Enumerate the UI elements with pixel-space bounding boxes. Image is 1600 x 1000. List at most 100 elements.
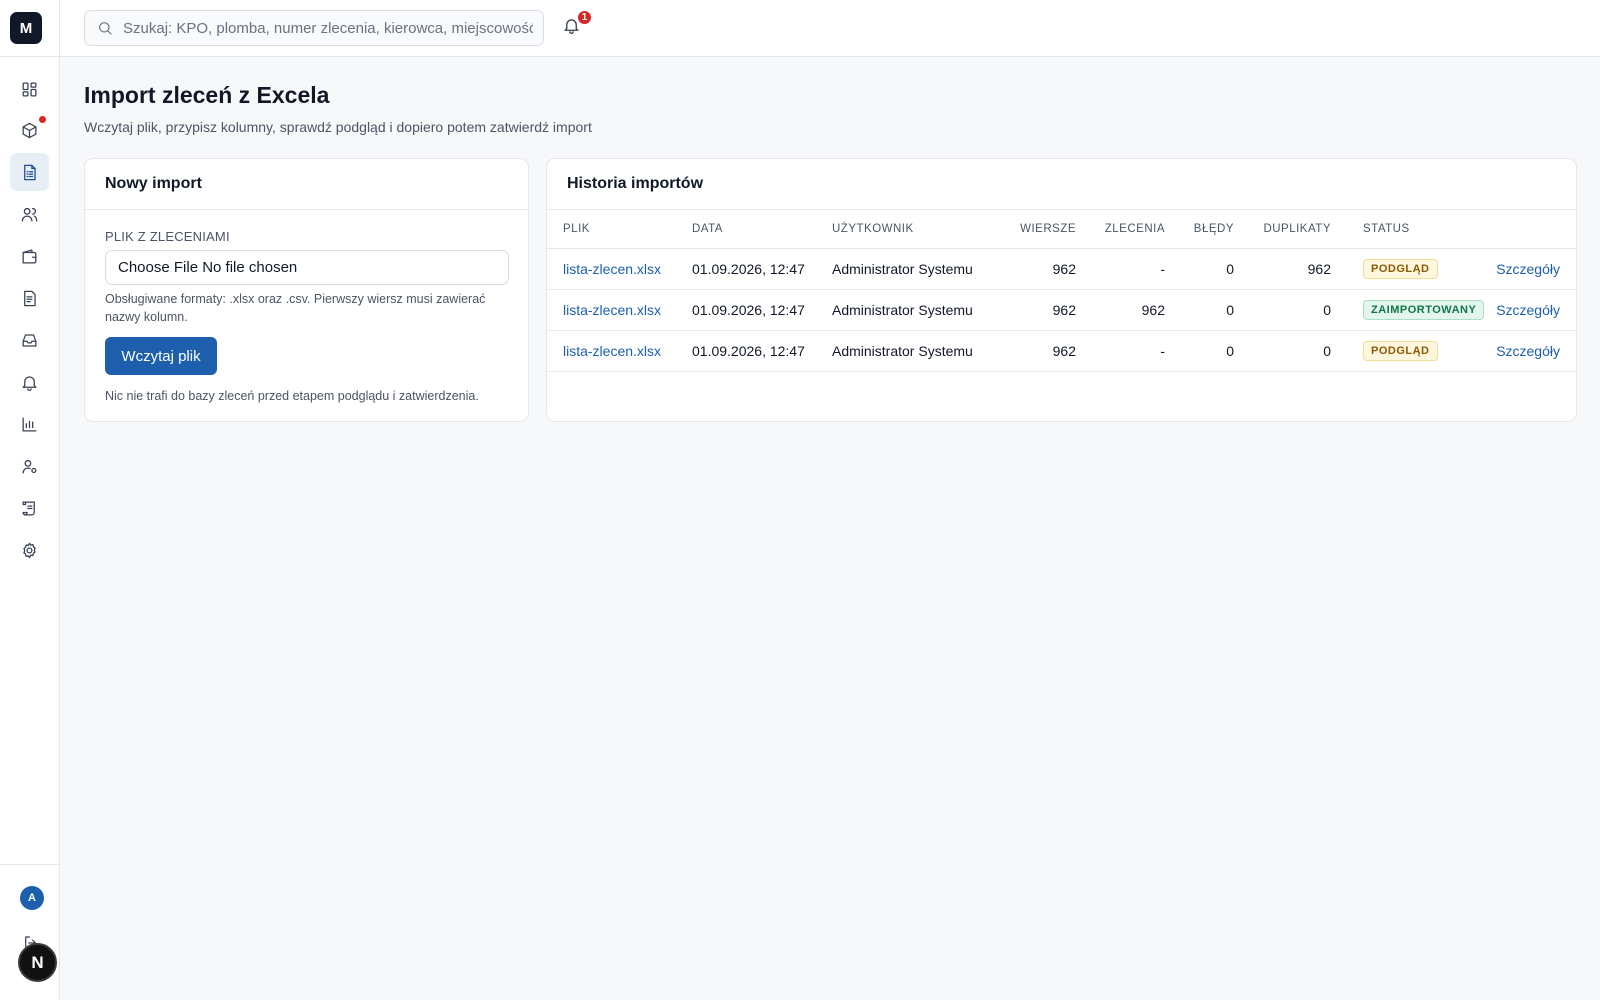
date-cell: 01.09.2026, 12:47 [692, 260, 805, 277]
table-row: lista-zlecen.xlsx 01.09.2026, 12:47 Admini… [547, 330, 1576, 372]
sidebar-item-orders[interactable] [10, 111, 49, 149]
user-cell: Administrator Systemu [832, 260, 973, 277]
sidebar-divider [0, 56, 60, 57]
status-cell: PODGLĄD [1331, 330, 1485, 372]
invoice-icon [24, 290, 36, 306]
sidebar-item-inbox[interactable] [10, 321, 49, 359]
file-column-cell: lista-zlecen.xlsx [547, 289, 692, 331]
errors-cell: 0 [1226, 260, 1234, 277]
sidebar-item-reports[interactable] [10, 405, 49, 443]
table-header-row: PLIK DATA UŻYTKOWNIK WIERSZE ZLECENIA BŁ… [547, 210, 1576, 249]
rows-column-cell: 962 [992, 330, 1076, 372]
duplicates-cell: 0 [1323, 342, 1331, 359]
file-link[interactable]: lista-zlecen.xlsx [563, 261, 661, 277]
duplicates-cell: 0 [1323, 301, 1331, 318]
date-cell: 01.09.2026, 12:47 [692, 301, 805, 318]
details-link[interactable]: Szczegóły [1496, 343, 1560, 359]
user-cell: Administrator Systemu [832, 301, 973, 318]
date-column-cell: 01.09.2026, 12:47 [692, 248, 832, 290]
orders-cell: 962 [1141, 301, 1165, 318]
topbar: 1 [60, 0, 1600, 57]
sidebar-item-wallet[interactable] [10, 237, 49, 275]
column-header-status: STATUS [1331, 210, 1485, 249]
file-column-cell: lista-zlecen.xlsx [547, 248, 692, 290]
user-column-cell: Administrator Systemu [832, 248, 992, 290]
orders-column-cell: - [1076, 330, 1165, 372]
new-import-title: Nowy import [85, 159, 528, 210]
rows-column-cell: 962 [992, 289, 1076, 331]
date-cell: 01.09.2026, 12:47 [692, 342, 805, 359]
users-icon [21, 207, 38, 221]
duplicates-cell: 962 [1307, 260, 1331, 277]
user-column-cell: Administrator Systemu [832, 330, 992, 372]
rows-cell: 962 [1052, 342, 1076, 359]
column-header-rows: WIERSZE [992, 210, 1076, 249]
new-import-card: Nowy import PLIK Z ZLECENIAMI Choose Fil… [84, 158, 529, 422]
sidebar-item-settings[interactable] [10, 531, 49, 569]
import-history-table: PLIK DATA UŻYTKOWNIK WIERSZE ZLECENIA BŁ… [547, 210, 1576, 372]
orders-cell: - [1160, 260, 1165, 277]
dev-tools-badge[interactable]: N [18, 943, 57, 982]
import-note: Nic nie trafi do bazy zleceń przed etape… [105, 389, 479, 403]
column-header-errors: BŁĘDY [1165, 210, 1234, 249]
rows-cell: 962 [1052, 260, 1076, 277]
file-column-cell: lista-zlecen.xlsx [547, 330, 692, 372]
chart-icon [22, 417, 37, 431]
file-link[interactable]: lista-zlecen.xlsx [563, 302, 661, 318]
load-file-button[interactable]: Wczytaj plik [105, 337, 217, 375]
user-settings-icon [22, 459, 37, 473]
package-icon [22, 122, 37, 138]
details-link[interactable]: Szczegóły [1496, 302, 1560, 318]
rows-column-cell: 962 [992, 248, 1076, 290]
status-badge: PODGLĄD [1363, 340, 1438, 361]
file-link[interactable]: lista-zlecen.xlsx [563, 343, 661, 359]
sidebar-item-logs[interactable] [10, 489, 49, 527]
import-history-title: Historia importów [547, 159, 1576, 210]
file-input[interactable]: Choose File No file chosen [105, 250, 509, 285]
errors-cell: 0 [1226, 342, 1234, 359]
search-box[interactable] [84, 10, 544, 46]
sidebar-item-users[interactable] [10, 195, 49, 233]
duplicates-column-cell: 0 [1234, 330, 1331, 372]
sidebar-item-dashboard[interactable] [10, 70, 49, 108]
column-header-orders: ZLECENIA [1076, 210, 1165, 249]
page-title: Import zleceń z Excela [84, 82, 330, 108]
sidebar-item-import[interactable] [10, 153, 49, 191]
notifications-button[interactable]: 1 [562, 9, 593, 40]
avatar[interactable]: A [20, 886, 44, 910]
details-column-cell: Szczegóły [1484, 289, 1576, 331]
file-field-label: PLIK Z ZLECENIAMI [105, 229, 230, 244]
notification-dot [39, 116, 46, 123]
details-column-cell: Szczegóły [1484, 248, 1576, 290]
sidebar-item-user-settings[interactable] [10, 447, 49, 485]
wallet-icon [22, 249, 37, 263]
errors-column-cell: 0 [1165, 330, 1234, 372]
gear-icon [23, 542, 36, 558]
orders-column-cell: - [1076, 248, 1165, 290]
column-header-duplicates: DUPLIKATY [1234, 210, 1331, 249]
file-format-hint: Obsługiwane formaty: .xlsx oraz .csv. Pi… [105, 292, 486, 324]
status-badge: ZAIMPORTOWANY [1363, 299, 1485, 320]
details-column-cell: Szczegóły [1484, 330, 1576, 372]
errors-column-cell: 0 [1165, 289, 1234, 331]
status-badge: PODGLĄD [1363, 258, 1438, 279]
column-header-actions [1484, 210, 1576, 249]
sidebar-item-invoices[interactable] [10, 279, 49, 317]
sidebar-item-notifications[interactable] [10, 363, 49, 401]
orders-cell: - [1160, 342, 1165, 359]
app-logo[interactable]: M [10, 12, 42, 44]
column-header-file: PLIK [547, 210, 692, 249]
search-icon [99, 22, 112, 35]
dashboard-icon [22, 82, 37, 96]
search-input[interactable] [123, 19, 533, 37]
errors-cell: 0 [1226, 301, 1234, 318]
document-list-icon [24, 164, 36, 180]
bell-icon [22, 375, 37, 391]
column-header-date: DATA [692, 210, 832, 249]
details-link[interactable]: Szczegóły [1496, 261, 1560, 277]
scroll-icon [22, 501, 35, 515]
sidebar: M A N [0, 0, 60, 1000]
status-cell: PODGLĄD [1331, 248, 1485, 290]
notifications-count-badge: 1 [576, 9, 593, 26]
status-cell: ZAIMPORTOWANY [1331, 289, 1485, 331]
